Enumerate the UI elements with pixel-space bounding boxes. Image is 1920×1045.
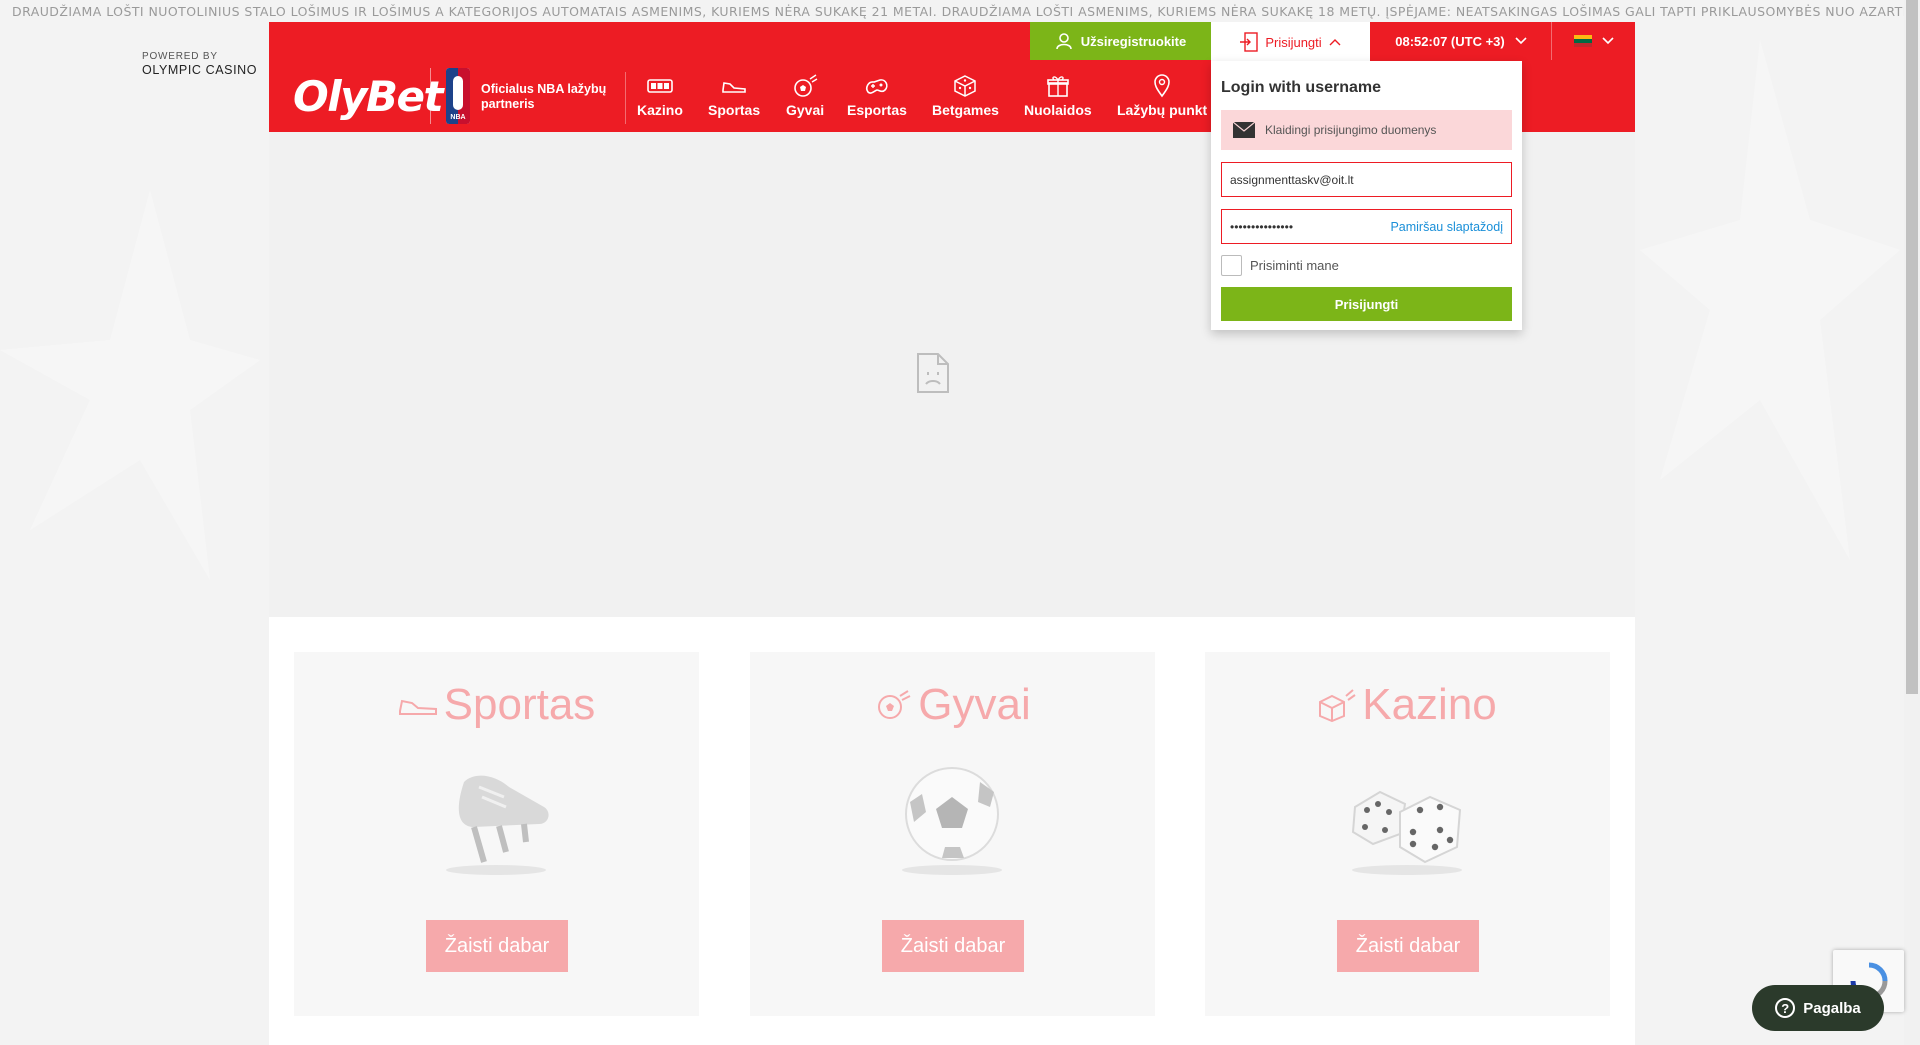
gamepad-icon	[865, 79, 888, 94]
login-dropdown-panel: Login with username Klaidingi prisijungi…	[1211, 61, 1522, 330]
dice-icon	[954, 75, 977, 97]
soccer-ball-icon	[794, 74, 818, 97]
clock-selector[interactable]: 08:52:07 (UTC +3)	[1371, 22, 1551, 60]
product-card-sportas: Sportas Žaisti dabar	[294, 652, 699, 1016]
help-label: Pagalba	[1803, 999, 1861, 1017]
lithuania-flag-icon	[1573, 35, 1592, 47]
envelope-icon	[1233, 122, 1255, 138]
football-boot-image	[446, 775, 549, 875]
remember-me-label: Prisiminti mane	[1250, 258, 1339, 273]
legal-warning-ticker: DRAUDŽIAMA LOŠTI NUOTOLINIUS STALO LOŠIM…	[12, 4, 1904, 19]
dice-icon	[1319, 689, 1356, 722]
card-title: Kazino	[1205, 680, 1610, 730]
nav-label: Lažybų punkt	[1117, 102, 1208, 118]
register-button[interactable]: Užsiregistruokite	[1030, 22, 1211, 60]
nav-label: Gyvai	[786, 102, 825, 118]
username-input[interactable]	[1230, 172, 1503, 187]
card-title-text: Sportas	[443, 680, 596, 729]
nav-item-betgames[interactable]: Betgames	[932, 74, 999, 118]
sneaker-icon	[398, 699, 437, 715]
login-door-icon	[1240, 32, 1259, 52]
nav-divider	[625, 72, 626, 124]
broken-image-icon	[917, 353, 949, 393]
sneaker-icon	[722, 82, 746, 93]
password-input[interactable]	[1230, 219, 1391, 234]
register-label: Užsiregistruokite	[1080, 33, 1187, 49]
chevron-down-icon	[1601, 37, 1614, 45]
remember-me-row: Prisiminti mane	[1221, 255, 1339, 276]
card-title-text: Gyvai	[918, 680, 1031, 729]
login-toggle-label: Prisijungti	[1265, 34, 1322, 50]
nav-item-kazino[interactable]: Kazino	[637, 74, 683, 118]
question-icon: ?	[1775, 998, 1796, 1018]
help-button[interactable]: ? Pagalba	[1752, 985, 1884, 1031]
forgot-password-link[interactable]: Pamiršau slaptažodį	[1390, 220, 1503, 234]
remember-me-checkbox[interactable]	[1221, 255, 1242, 276]
background-star-decoration	[0, 190, 260, 580]
logo-divider	[430, 68, 431, 124]
login-toggle-button[interactable]: Prisijungti	[1211, 22, 1370, 62]
username-field[interactable]	[1221, 162, 1512, 197]
play-now-button[interactable]: Žaisti dabar	[1337, 920, 1479, 972]
nav-item-lazybu-punktai[interactable]: Lažybų punkt	[1117, 74, 1207, 118]
nav-item-esportas[interactable]: Esportas	[847, 74, 907, 118]
nav-label: Sportas	[708, 102, 761, 118]
soccer-ball-image	[902, 767, 1002, 875]
nav-item-sportas[interactable]: Sportas	[708, 74, 760, 118]
gift-icon	[1047, 76, 1069, 97]
chevron-down-icon	[1515, 37, 1527, 45]
card-title: Gyvai	[750, 680, 1155, 730]
card-title: Sportas	[294, 680, 699, 730]
background-star-decoration	[1640, 40, 1900, 560]
nav-item-nuolaidos[interactable]: Nuolaidos	[1024, 74, 1092, 118]
nav-item-gyvai[interactable]: Gyvai	[786, 74, 824, 118]
scrollbar-thumb[interactable]	[1906, 0, 1918, 694]
powered-by-text: POWERED BY	[142, 51, 218, 62]
login-submit-button[interactable]: Prisijungti	[1221, 287, 1512, 321]
product-card-kazino: Kazino Žaisti dabar	[1205, 652, 1610, 1016]
nav-label: Nuolaidos	[1024, 102, 1092, 118]
soccer-ball-icon	[878, 690, 911, 719]
nav-label: Kazino	[637, 102, 683, 118]
nba-partner-text: Oficialus NBA lažybų partneris	[481, 82, 607, 111]
nav-label: Betgames	[932, 102, 999, 118]
play-now-button[interactable]: Žaisti dabar	[882, 920, 1024, 972]
nav-label: Esportas	[847, 102, 907, 118]
location-pin-icon	[1154, 74, 1170, 98]
slot-machine-icon	[647, 79, 673, 93]
card-title-text: Kazino	[1362, 680, 1497, 729]
nba-logo: NBA	[446, 68, 470, 124]
nba-badge-text: NBA	[450, 114, 466, 121]
clock-text: 08:52:07 (UTC +3)	[1395, 33, 1505, 49]
product-card-gyvai: Gyvai Žaisti dabar	[750, 652, 1155, 1016]
language-selector[interactable]	[1552, 22, 1635, 60]
login-error-text: Klaidingi prisijungimo duomenys	[1265, 123, 1437, 137]
olympic-casino-text: OLYMPIC CASINO	[142, 63, 258, 77]
login-error-message: Klaidingi prisijungimo duomenys	[1221, 110, 1512, 150]
olybet-logo[interactable]: OlyBet	[293, 72, 444, 121]
dice-image	[1351, 790, 1462, 875]
user-icon	[1055, 33, 1072, 50]
chevron-up-icon	[1329, 39, 1341, 46]
powered-by-label: POWERED BY OLYMPIC CASINO	[142, 51, 257, 77]
password-field[interactable]: Pamiršau slaptažodį	[1221, 209, 1512, 244]
play-now-button[interactable]: Žaisti dabar	[426, 920, 568, 972]
login-panel-title: Login with username	[1221, 79, 1382, 96]
